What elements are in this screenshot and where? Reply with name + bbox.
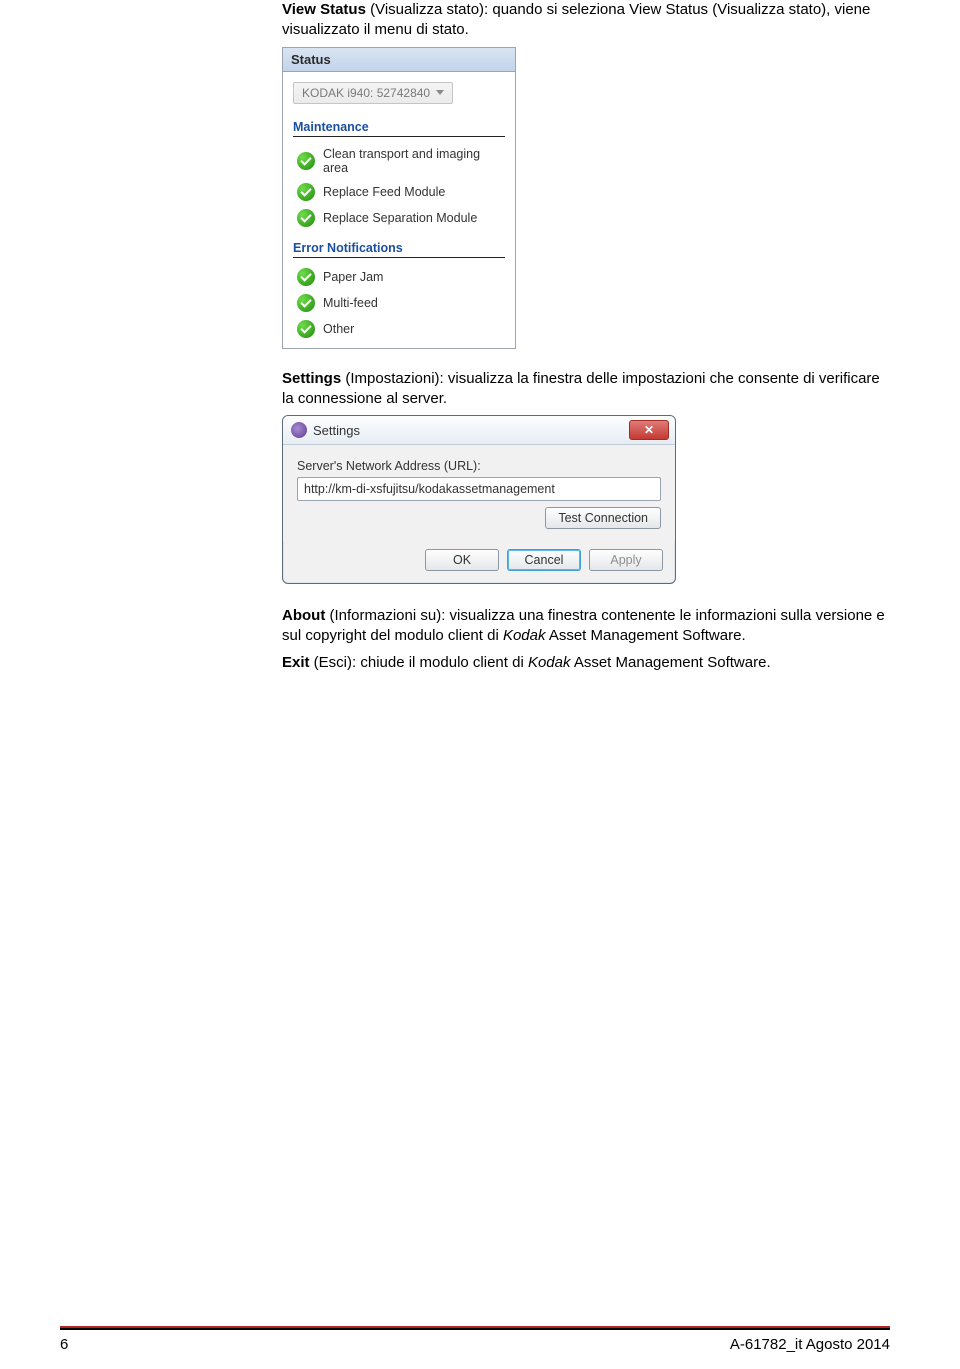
check-icon (297, 209, 315, 227)
footer-rule (60, 1326, 890, 1330)
dialog-title: Settings (313, 423, 360, 438)
paragraph-exit: Exit (Esci): chiude il modulo client di … (282, 653, 890, 673)
status-item[interactable]: Replace Separation Module (293, 205, 505, 231)
status-item[interactable]: Clean transport and imaging area (293, 143, 505, 179)
term-about: About (282, 607, 325, 624)
status-panel: Status KODAK i940: 52742840 Maintenance … (282, 47, 516, 349)
page-number: 6 (60, 1336, 68, 1353)
status-item-label: Multi-feed (323, 296, 378, 310)
text: (Visualizza stato): quando si seleziona … (282, 1, 870, 38)
text: (Impostazioni): visualizza la finestra d… (282, 370, 880, 407)
check-icon (297, 183, 315, 201)
status-item-label: Replace Separation Module (323, 211, 477, 225)
brand-kodak: Kodak (503, 627, 546, 644)
ok-button[interactable]: OK (425, 549, 499, 571)
device-dropdown-value: KODAK i940: 52742840 (302, 86, 430, 100)
text: Asset Management Software. (546, 627, 746, 644)
term-view-status: View Status (282, 1, 366, 18)
gear-icon (291, 422, 307, 438)
close-icon: ✕ (644, 423, 654, 437)
check-icon (297, 152, 315, 170)
page-footer: 6 A-61782_it Agosto 2014 (0, 1326, 960, 1353)
test-connection-button[interactable]: Test Connection (545, 507, 661, 529)
paragraph-view-status: View Status (Visualizza stato): quando s… (282, 0, 890, 41)
close-button[interactable]: ✕ (629, 420, 669, 440)
paragraph-settings: Settings (Impostazioni): visualizza la f… (282, 369, 890, 410)
settings-dialog: Settings ✕ Server's Network Address (URL… (282, 415, 676, 584)
device-dropdown[interactable]: KODAK i940: 52742840 (293, 82, 453, 104)
text: (Esci): chiude il modulo client di (310, 654, 528, 671)
status-item-label: Paper Jam (323, 270, 383, 284)
check-icon (297, 268, 315, 286)
status-item-label: Replace Feed Module (323, 185, 445, 199)
status-item[interactable]: Replace Feed Module (293, 179, 505, 205)
status-item[interactable]: Multi-feed (293, 290, 505, 316)
chevron-down-icon (436, 90, 444, 95)
brand-kodak: Kodak (528, 654, 571, 671)
status-item-label: Other (323, 322, 354, 336)
term-settings: Settings (282, 370, 341, 387)
status-item[interactable]: Paper Jam (293, 264, 505, 290)
dialog-titlebar: Settings ✕ (283, 416, 675, 445)
url-label: Server's Network Address (URL): (297, 459, 661, 473)
check-icon (297, 320, 315, 338)
status-item[interactable]: Other (293, 316, 505, 342)
check-icon (297, 294, 315, 312)
document-id: A-61782_it Agosto 2014 (730, 1336, 890, 1353)
maintenance-header: Maintenance (293, 120, 505, 137)
text: Asset Management Software. (571, 654, 771, 671)
url-input[interactable] (297, 477, 661, 501)
status-item-label: Clean transport and imaging area (323, 147, 505, 175)
cancel-button[interactable]: Cancel (507, 549, 581, 571)
apply-button[interactable]: Apply (589, 549, 663, 571)
status-panel-title: Status (283, 47, 515, 72)
paragraph-about: About (Informazioni su): visualizza una … (282, 606, 890, 647)
error-notifications-header: Error Notifications (293, 241, 505, 258)
term-exit: Exit (282, 654, 310, 671)
